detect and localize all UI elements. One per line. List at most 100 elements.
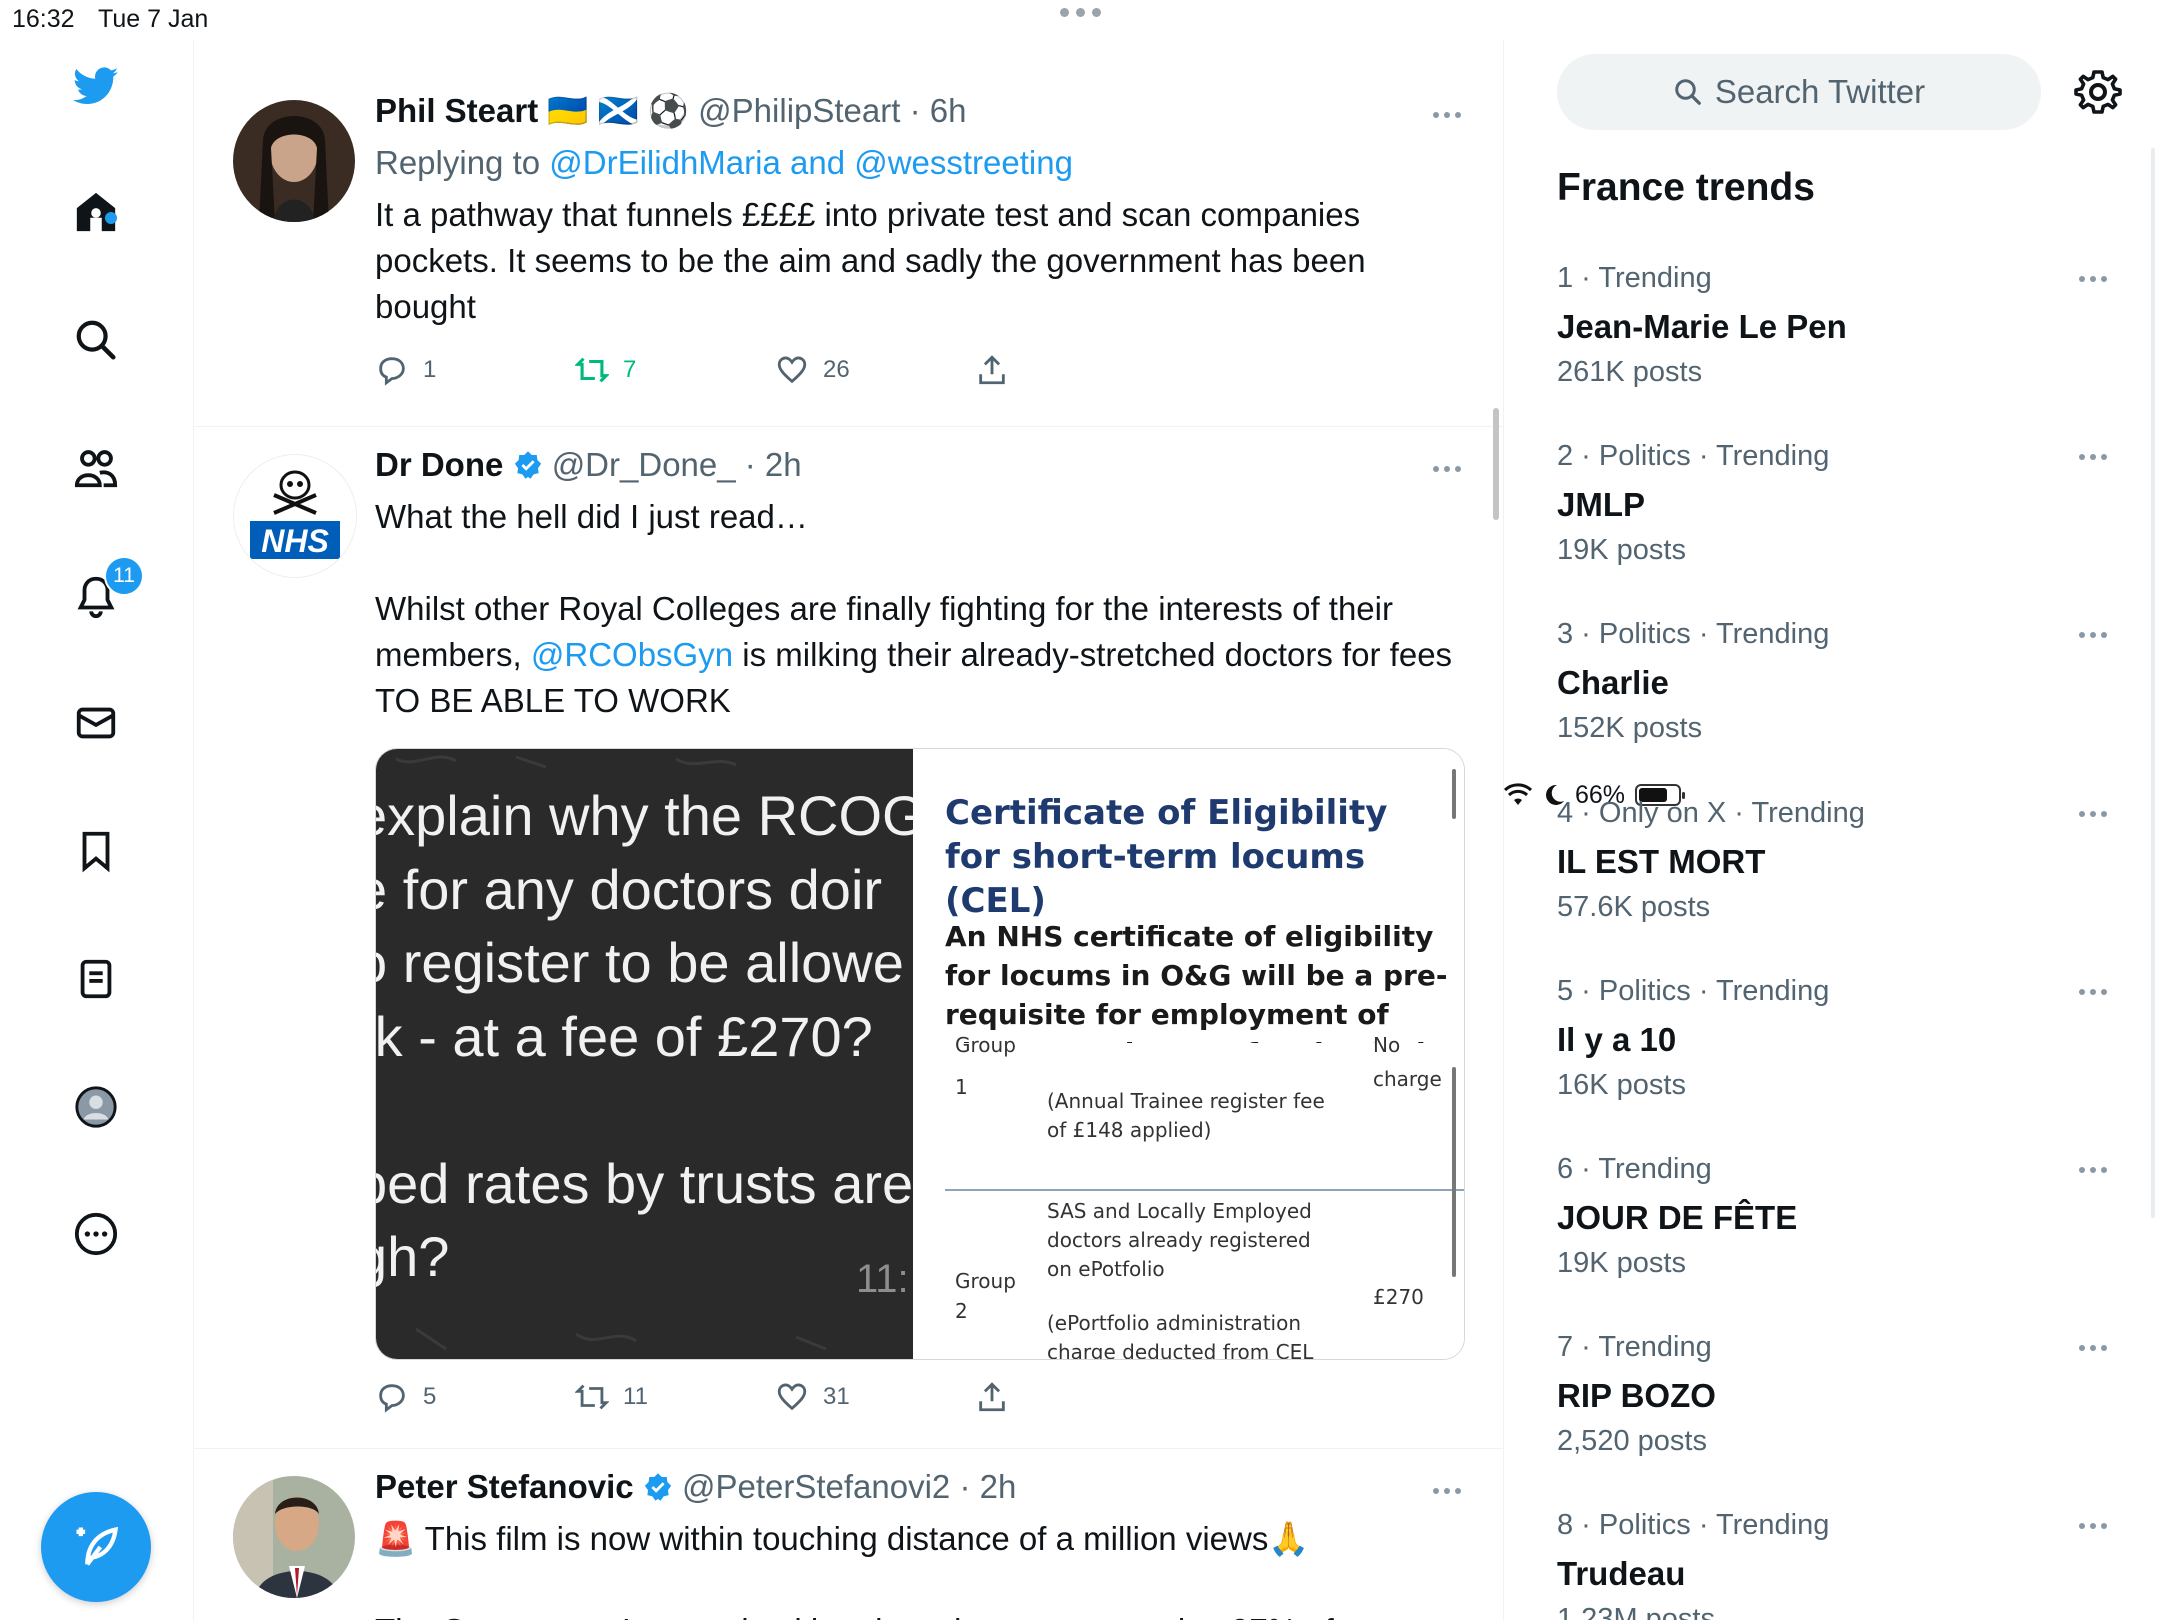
tweet-dr-done[interactable]: NHS Dr Done @Dr_Done_ · 2h What the hell… [193, 426, 1503, 1449]
media-text-line: e for any doctors doir [376, 858, 883, 921]
trend-item[interactable]: 1 · Trending Jean-Marie Le Pen 261K post… [1557, 262, 2117, 432]
trend-item[interactable]: 7 · Trending RIP BOZO 2,520 posts [1557, 1331, 2117, 1501]
cel-document-title: Certificate of Eligibility for short-ter… [945, 793, 1388, 921]
trend-item[interactable]: 6 · Trending JOUR DE FÊTE 19K posts [1557, 1153, 2117, 1323]
table-cell: of £148 applied) [1047, 1118, 1212, 1142]
media-text-line: ped rates by trusts are [376, 1152, 913, 1215]
share-button[interactable] [975, 1380, 1009, 1414]
like-button[interactable]: 26 [775, 353, 850, 387]
trend-name: Il y a 10 [1557, 1021, 1677, 1058]
cel-document-body: An NHS certificate of eligibility for lo… [945, 920, 1448, 1043]
avatar-dr-done[interactable]: NHS [233, 454, 357, 578]
heart-icon [777, 1383, 807, 1411]
lists-icon[interactable] [70, 953, 122, 1005]
table-cell: SAS and Locally Employed [1047, 1199, 1312, 1223]
twitter-logo-icon[interactable] [70, 60, 122, 112]
tweet-time[interactable]: · 6h [900, 92, 967, 129]
share-icon [979, 355, 1005, 385]
replying-to-mentions[interactable]: @DrEilidhMaria and @wesstreeting [549, 144, 1073, 181]
nhs-logo-text: NHS [261, 523, 329, 559]
trend-item[interactable]: 2 · Politics · Trending JMLP 19K posts [1557, 440, 2117, 610]
trend-more-icon[interactable] [2079, 1167, 2107, 1173]
search-placeholder: Search Twitter [1714, 73, 1926, 110]
trend-meta: 8 · Politics · Trending [1557, 1509, 1830, 1541]
trend-name: JMLP [1557, 486, 1646, 523]
table-cell: £270 [1373, 1285, 1424, 1309]
bookmarks-icon[interactable] [70, 825, 122, 877]
trend-more-icon[interactable] [2079, 1523, 2107, 1529]
status-date: Tue 7 Jan [98, 5, 209, 33]
replying-to-label: Replying to [375, 144, 550, 181]
trend-more-icon[interactable] [2079, 454, 2107, 460]
tweet-media[interactable]: explain why the RCOG e for any doctors d… [375, 748, 1465, 1360]
multitasking-dots-icon[interactable] [1060, 8, 1101, 17]
reply-button[interactable]: 5 [375, 1380, 436, 1414]
tweet-phil-steart[interactable]: Phil Steart 🇺🇦 🏴󠁧󠁢󠁳󠁣󠁴󠁿 ⚽ @PhilipSteart ·… [193, 40, 1503, 427]
trend-meta: 6 · Trending [1557, 1153, 1712, 1185]
tweet-text: What the hell did I just read… Whilst ot… [375, 494, 1455, 724]
trend-posts: 261K posts [1557, 356, 1703, 388]
reply-button[interactable]: 1 [375, 353, 436, 387]
more-options-icon[interactable] [70, 1208, 122, 1260]
tweet-header: Peter Stefanovic @PeterStefanovi2 · 2h [375, 1468, 1016, 1506]
explore-search-icon[interactable] [70, 314, 122, 366]
media-image-document[interactable]: Certificate of Eligibility for short-ter… [913, 749, 1464, 1359]
share-icon [979, 1382, 1005, 1412]
trend-meta: 5 · Politics · Trending [1557, 975, 1830, 1007]
author-name-emoji: 🇺🇦 🏴󠁧󠁢󠁳󠁣󠁴󠁿 ⚽ [538, 92, 689, 129]
verified-badge-icon [514, 451, 541, 479]
avatar-phil-steart[interactable] [233, 100, 355, 222]
tweet-more-icon[interactable] [1433, 1488, 1461, 1494]
profile-avatar-icon[interactable] [70, 1081, 122, 1133]
share-button[interactable] [975, 353, 1009, 387]
tweet-more-icon[interactable] [1433, 466, 1461, 472]
table-cell: No [1373, 1033, 1401, 1057]
tweet-author-name[interactable]: Peter Stefanovic [375, 1468, 634, 1505]
tweet-author-handle[interactable]: @Dr_Done_ [552, 446, 736, 483]
sidebar-scrollbar[interactable] [2151, 148, 2155, 1218]
trend-more-icon[interactable] [2079, 276, 2107, 282]
trend-item[interactable]: 8 · Politics · Trending Trudeau 1.23M po… [1557, 1509, 2117, 1620]
table-cell: on ePotfolio [1047, 1257, 1165, 1281]
tweet-time[interactable]: · 2h [736, 446, 802, 483]
trend-more-icon[interactable] [2079, 811, 2107, 817]
tweet-author-handle[interactable]: @PeterStefanovi2 [682, 1468, 950, 1505]
tweet-author-name[interactable]: Dr Done [375, 446, 503, 483]
communities-icon[interactable] [70, 442, 122, 494]
messages-mail-icon[interactable] [70, 697, 122, 749]
trend-more-icon[interactable] [2079, 632, 2107, 638]
status-bar: 16:32 Tue 7 Jan 66% [0, 0, 2160, 809]
settings-gear-icon[interactable] [2074, 68, 2122, 116]
notifications-badge: 11 [104, 556, 144, 596]
trend-posts: 19K posts [1557, 534, 1686, 566]
tweet-author-name[interactable]: Phil Steart [375, 92, 538, 129]
retweet-button[interactable]: 7 [575, 353, 636, 387]
compose-tweet-button[interactable] [41, 1492, 151, 1602]
tweet-author-handle[interactable]: @PhilipSteart [698, 92, 900, 129]
compose-feather-icon [76, 1526, 119, 1566]
retweet-count: 7 [623, 356, 637, 383]
trend-item[interactable]: 4 · Only on X · Trending IL EST MORT 57.… [1557, 797, 2117, 967]
tweet-more-icon[interactable] [1433, 112, 1461, 118]
status-time: 16:32 [12, 5, 75, 33]
avatar-peter-stefanovic[interactable] [233, 1476, 355, 1598]
like-button[interactable]: 31 [775, 1380, 850, 1414]
media-text-line: gh? [376, 1225, 450, 1288]
table-cell: charge deducted from CEL [1047, 1340, 1314, 1359]
tweet-time[interactable]: · 2h [950, 1468, 1016, 1505]
search-input[interactable]: Search Twitter [1557, 54, 2041, 130]
timeline-scrollbar[interactable] [1493, 408, 1499, 520]
trend-item[interactable]: 5 · Politics · Trending Il y a 10 16K po… [1557, 975, 2117, 1145]
trend-item[interactable]: 3 · Politics · Trending Charlie 152K pos… [1557, 618, 2117, 788]
trend-name: Jean-Marie Le Pen [1557, 308, 1847, 345]
trend-posts: 19K posts [1557, 1247, 1686, 1279]
timeline: Phil Steart 🇺🇦 🏴󠁧󠁢󠁳󠁣󠁴󠁿 ⚽ @PhilipSteart ·… [193, 40, 1504, 1620]
tweet-peter-stefanovic[interactable]: Peter Stefanovic @PeterStefanovi2 · 2h 🚨… [193, 1448, 1503, 1620]
tweet-mention-rcobsgyn[interactable]: @RCObsGyn [531, 636, 733, 673]
trend-more-icon[interactable] [2079, 1345, 2107, 1351]
media-image-screenshot[interactable]: explain why the RCOG e for any doctors d… [376, 749, 913, 1359]
trend-more-icon[interactable] [2079, 989, 2107, 995]
reply-icon [379, 357, 405, 386]
table-cell: 1 [955, 1075, 968, 1099]
retweet-button[interactable]: 11 [575, 1380, 648, 1414]
